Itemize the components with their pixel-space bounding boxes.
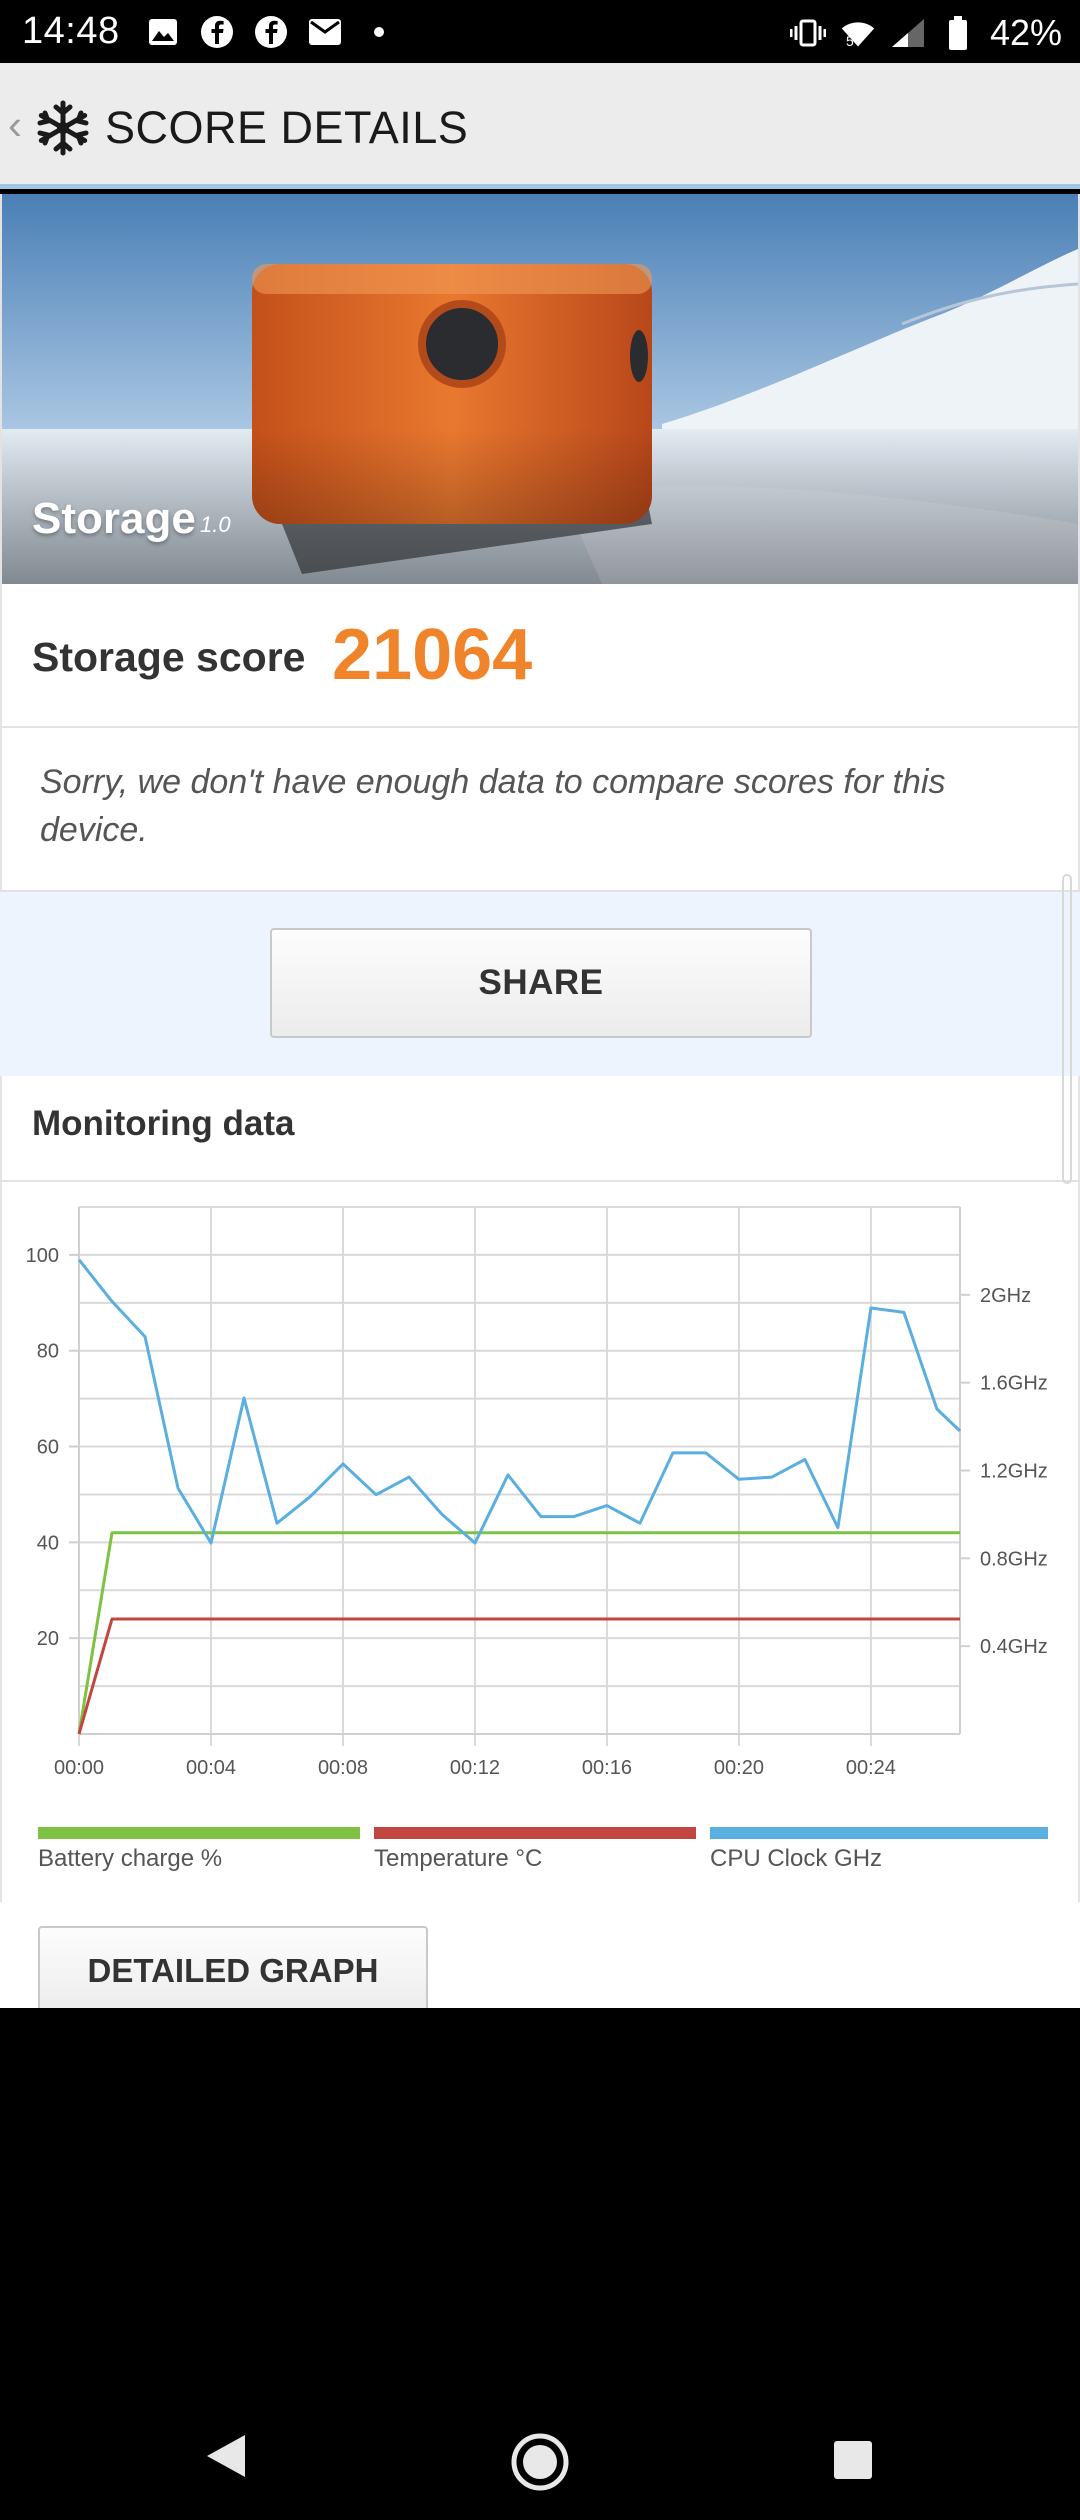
legend-label-temperature: Temperature °C bbox=[374, 1845, 543, 1872]
status-bar: 14:48 5 42% bbox=[0, 0, 1080, 63]
benchmark-name: Storage bbox=[32, 494, 196, 543]
signal-icon bbox=[890, 15, 926, 51]
score-value: 21064 bbox=[332, 615, 533, 695]
y-right-tick-label: 1.6GHz bbox=[980, 1373, 1048, 1395]
legend-item-battery: Battery charge % bbox=[38, 1827, 360, 1873]
y-right-tick-label: 0.4GHz bbox=[980, 1636, 1048, 1658]
legend-swatch-battery bbox=[38, 1827, 360, 1839]
y-left-tick-label: 100 bbox=[26, 1245, 59, 1267]
legend-swatch-temperature bbox=[374, 1827, 696, 1839]
battery-percent: 42% bbox=[989, 12, 1062, 53]
score-label: Storage score bbox=[32, 634, 306, 680]
x-tick-label: 00:08 bbox=[318, 1757, 368, 1779]
y-right-tick-label: 2GHz bbox=[980, 1285, 1031, 1307]
share-button[interactable]: SHARE bbox=[270, 928, 812, 1038]
x-tick-label: 00:04 bbox=[186, 1757, 236, 1779]
monitoring-header: Monitoring data bbox=[0, 1076, 1080, 1182]
system-status: 5 42% bbox=[789, 12, 1062, 54]
monitoring-chart: 00:00 00:04 00:08 00:12 00:16 00:20 00:24 20 40 6… bbox=[0, 1182, 1080, 1902]
y-left-tick-label: 20 bbox=[37, 1628, 59, 1650]
legend-item-cpu-clock: CPU Clock GHz bbox=[710, 1827, 1048, 1873]
y-right-tick-label: 0.8GHz bbox=[980, 1548, 1048, 1570]
network-badge: 5 bbox=[845, 33, 854, 49]
legend-swatch-cpu-clock bbox=[710, 1827, 1048, 1839]
score-details-content: Storage 1.0 Storage score 21064 Sorry, w… bbox=[0, 194, 1080, 2008]
home-circle-icon[interactable] bbox=[510, 2432, 570, 2497]
chevron-left-icon[interactable]: ‹ bbox=[8, 101, 22, 149]
facebook-icon bbox=[199, 14, 235, 50]
legend-label-cpu-clock: CPU Clock GHz bbox=[710, 1845, 883, 1872]
vibrate-icon bbox=[789, 15, 826, 51]
snowflake-icon[interactable] bbox=[34, 99, 92, 157]
monitoring-title: Monitoring data bbox=[32, 1104, 295, 1143]
wifi-icon: 5 bbox=[840, 15, 876, 51]
back-triangle-icon[interactable] bbox=[205, 2433, 247, 2484]
x-tick-label: 00:00 bbox=[54, 1757, 104, 1779]
dot-icon bbox=[361, 14, 397, 50]
x-tick-label: 00:12 bbox=[450, 1757, 500, 1779]
facebook-icon bbox=[253, 14, 289, 50]
image-icon bbox=[145, 14, 181, 50]
compare-message-box: Sorry, we don't have enough data to comp… bbox=[0, 728, 1080, 892]
compare-message: Sorry, we don't have enough data to comp… bbox=[40, 763, 946, 849]
monitoring-chart-svg: 00:00 00:04 00:08 00:12 00:16 00:20 00:24 20 40 6… bbox=[26, 1206, 1048, 1779]
navigation-bar bbox=[0, 2008, 1080, 2520]
x-tick-label: 00:20 bbox=[714, 1757, 764, 1779]
share-area: SHARE bbox=[0, 892, 1080, 1076]
battery-icon bbox=[940, 15, 976, 51]
y-left-tick-label: 60 bbox=[37, 1437, 59, 1459]
benchmark-version: 1.0 bbox=[200, 512, 231, 537]
x-tick-label: 00:24 bbox=[846, 1757, 896, 1779]
hero-banner: Storage 1.0 bbox=[0, 194, 1080, 584]
page-title: SCORE DETAILS bbox=[105, 102, 469, 153]
detailed-graph-button[interactable]: DETAILED GRAPH bbox=[38, 1926, 428, 2008]
x-tick-label: 00:16 bbox=[582, 1757, 632, 1779]
y-left-tick-label: 40 bbox=[37, 1532, 59, 1554]
chart-legend: Battery charge % Temperature °C CPU Cloc… bbox=[38, 1827, 1048, 1887]
recents-square-icon[interactable] bbox=[834, 2441, 872, 2479]
y-right-tick-label: 1.2GHz bbox=[980, 1461, 1048, 1483]
notification-icons bbox=[145, 14, 397, 50]
legend-item-temperature: Temperature °C bbox=[374, 1827, 696, 1873]
legend-label-battery: Battery charge % bbox=[38, 1845, 223, 1872]
score-row: Storage score 21064 bbox=[0, 584, 1080, 728]
mail-icon bbox=[307, 14, 343, 50]
app-bar: ‹ SCORE DETAILS bbox=[0, 63, 1080, 189]
status-time: 14:48 bbox=[22, 10, 120, 52]
y-left-tick-label: 80 bbox=[37, 1341, 59, 1363]
scrollbar[interactable] bbox=[1062, 874, 1072, 1184]
